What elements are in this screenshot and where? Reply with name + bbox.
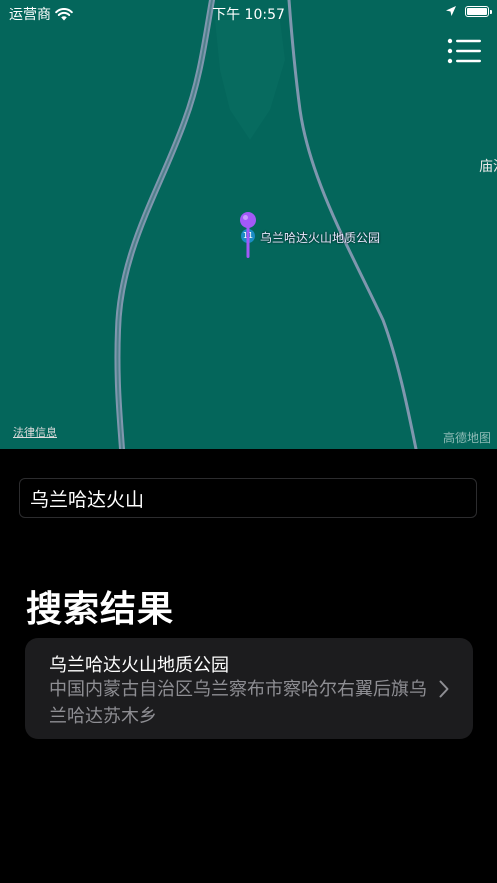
search-input[interactable]	[19, 478, 477, 518]
location-arrow-icon	[446, 6, 456, 16]
list-menu-icon	[447, 38, 481, 64]
poi-label: 乌兰哈达火山地质公园	[260, 231, 381, 245]
result-item[interactable]: 乌兰哈达火山地质公园 中国内蒙古自治区乌兰察布市察哈尔右翼后旗乌兰哈达苏木乡	[25, 638, 473, 739]
status-right	[445, 5, 492, 17]
menu-button[interactable]	[447, 38, 481, 64]
result-address: 中国内蒙古自治区乌兰察布市察哈尔右翼后旗乌兰哈达苏木乡	[49, 679, 427, 727]
battery-icon	[465, 5, 492, 17]
legal-info-link[interactable]: 法律信息	[13, 424, 57, 440]
status-bar: 运营商 下午 10:57	[0, 0, 497, 26]
map-view[interactable]: 运营商 下午 10:57 庙 乌兰哈达火山地质公园 法律信息 高德地图	[0, 0, 497, 449]
map-pin-icon[interactable]	[238, 210, 258, 264]
app-screen: 运营商 下午 10:57 庙 乌兰哈达火山地质公园 法律信息 高德地图 乌兰哈达…	[0, 0, 497, 883]
pin-shape	[240, 212, 256, 258]
chevron-right-icon	[439, 680, 449, 698]
result-name: 乌兰哈达火山地质公园	[49, 655, 229, 676]
map-logo: 高德地图	[442, 431, 491, 445]
map-place-label: 庙沟	[479, 159, 497, 175]
status-time: 下午 10:57	[212, 7, 285, 23]
results-title: 搜索结果	[26, 589, 175, 630]
